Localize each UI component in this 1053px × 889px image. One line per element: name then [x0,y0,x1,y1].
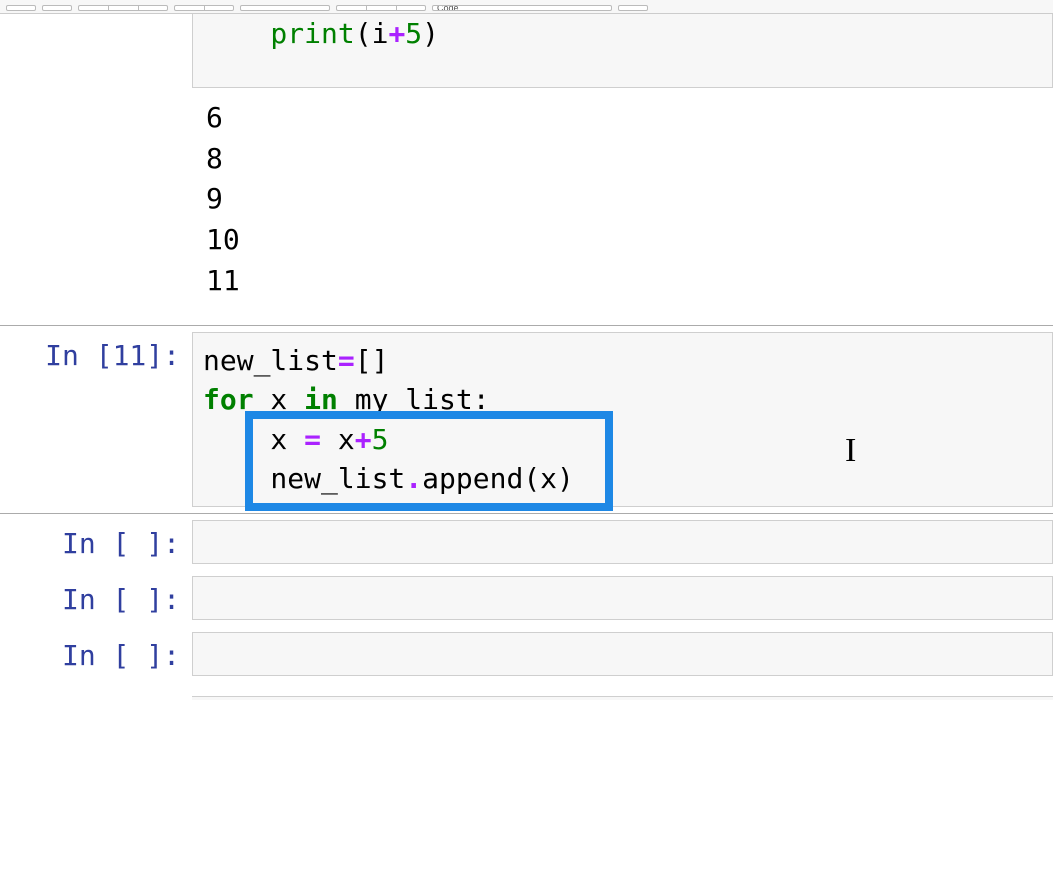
input-prompt: In [ ]: [0,520,192,564]
code-line: new_list=[] [203,341,1042,380]
code-input[interactable]: new_list=[] for x in my_list: x = x+5 ne… [192,332,1053,507]
copy-button[interactable] [108,5,138,11]
code-line: new_list.append(x) [203,459,1042,498]
output-area: 6 8 9 10 11 [192,94,1053,319]
text-cursor-icon: I [845,427,856,475]
code-line: for x in my_list: [203,380,1042,419]
code-cell-empty[interactable]: In [ ]: [0,626,1053,682]
cut-copy-paste-group [78,5,168,11]
input-prompt: In [11]: [0,332,192,507]
move-up-button[interactable] [174,5,204,11]
restart-run-button[interactable] [396,5,426,11]
code-line: print(i+5) [203,14,1042,53]
cell-type-select[interactable]: Code [432,5,612,11]
output-prompt [0,94,192,319]
output-line: 10 [206,223,240,256]
add-cell-button[interactable] [42,5,72,11]
output-cell: 6 8 9 10 11 [0,88,1053,325]
code-cell-partial-bottom[interactable] [192,696,1053,700]
cut-button[interactable] [78,5,108,11]
notebook-container: print(i+5) 6 8 9 10 11 In [11]: new_list… [0,14,1053,700]
code-cell-partial[interactable]: print(i+5) [192,14,1053,88]
restart-button[interactable] [366,5,396,11]
output-line: 9 [206,182,223,215]
output-line: 11 [206,264,240,297]
code-cell-empty[interactable]: In [ ]: [0,514,1053,570]
stop-button[interactable] [336,5,366,11]
input-prompt: In [ ]: [0,632,192,676]
code-cell-empty[interactable]: In [ ]: [0,570,1053,626]
code-line: x = x+5 [203,420,1042,459]
code-input[interactable] [192,576,1053,620]
code-cell-11[interactable]: In [11]: new_list=[] for x in my_list: x… [0,325,1053,514]
paste-button[interactable] [138,5,168,11]
output-line: 8 [206,142,223,175]
run-button[interactable] [240,5,330,11]
kernel-group [336,5,426,11]
code-input[interactable] [192,632,1053,676]
toolbar: Code [0,0,1053,14]
command-palette-button[interactable] [618,5,648,11]
move-down-button[interactable] [204,5,234,11]
input-prompt: In [ ]: [0,576,192,620]
save-button[interactable] [6,5,36,11]
move-group [174,5,234,11]
code-input[interactable] [192,520,1053,564]
output-line: 6 [206,101,223,134]
